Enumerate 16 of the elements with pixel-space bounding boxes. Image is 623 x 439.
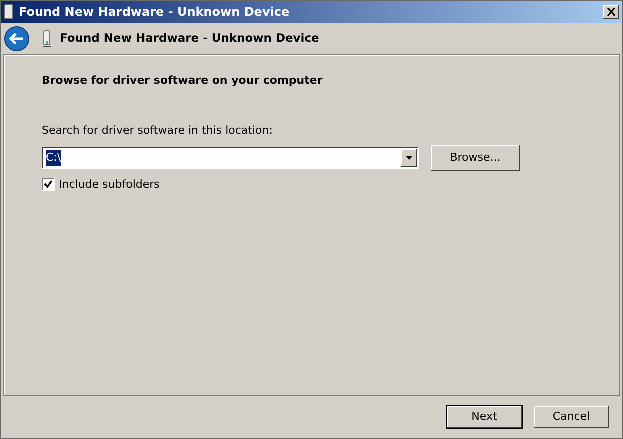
location-label: Search for driver software in this location:: [42, 122, 274, 138]
device-icon: [42, 30, 52, 48]
include-subfolders-label: Include subfolders: [59, 176, 160, 192]
close-icon: [606, 8, 616, 16]
location-value: C:\: [46, 150, 62, 166]
dialog-button[interactable]: Next: [447, 406, 522, 428]
back-icon[interactable]: [4, 26, 30, 52]
device-icon: [4, 4, 14, 20]
include-subfolders-checkbox[interactable]: [42, 178, 55, 192]
window-title: Found New Hardware - Unknown Device: [19, 4, 290, 21]
location-combo-box[interactable]: C:\: [42, 147, 419, 169]
close-button[interactable]: [603, 5, 619, 19]
dialog-button[interactable]: Cancel: [534, 406, 609, 428]
browse-button[interactable]: Browse...: [431, 145, 520, 171]
page-heading: Browse for driver software on your computer: [42, 73, 324, 89]
header-title: Found New Hardware - Unknown Device: [60, 30, 320, 47]
